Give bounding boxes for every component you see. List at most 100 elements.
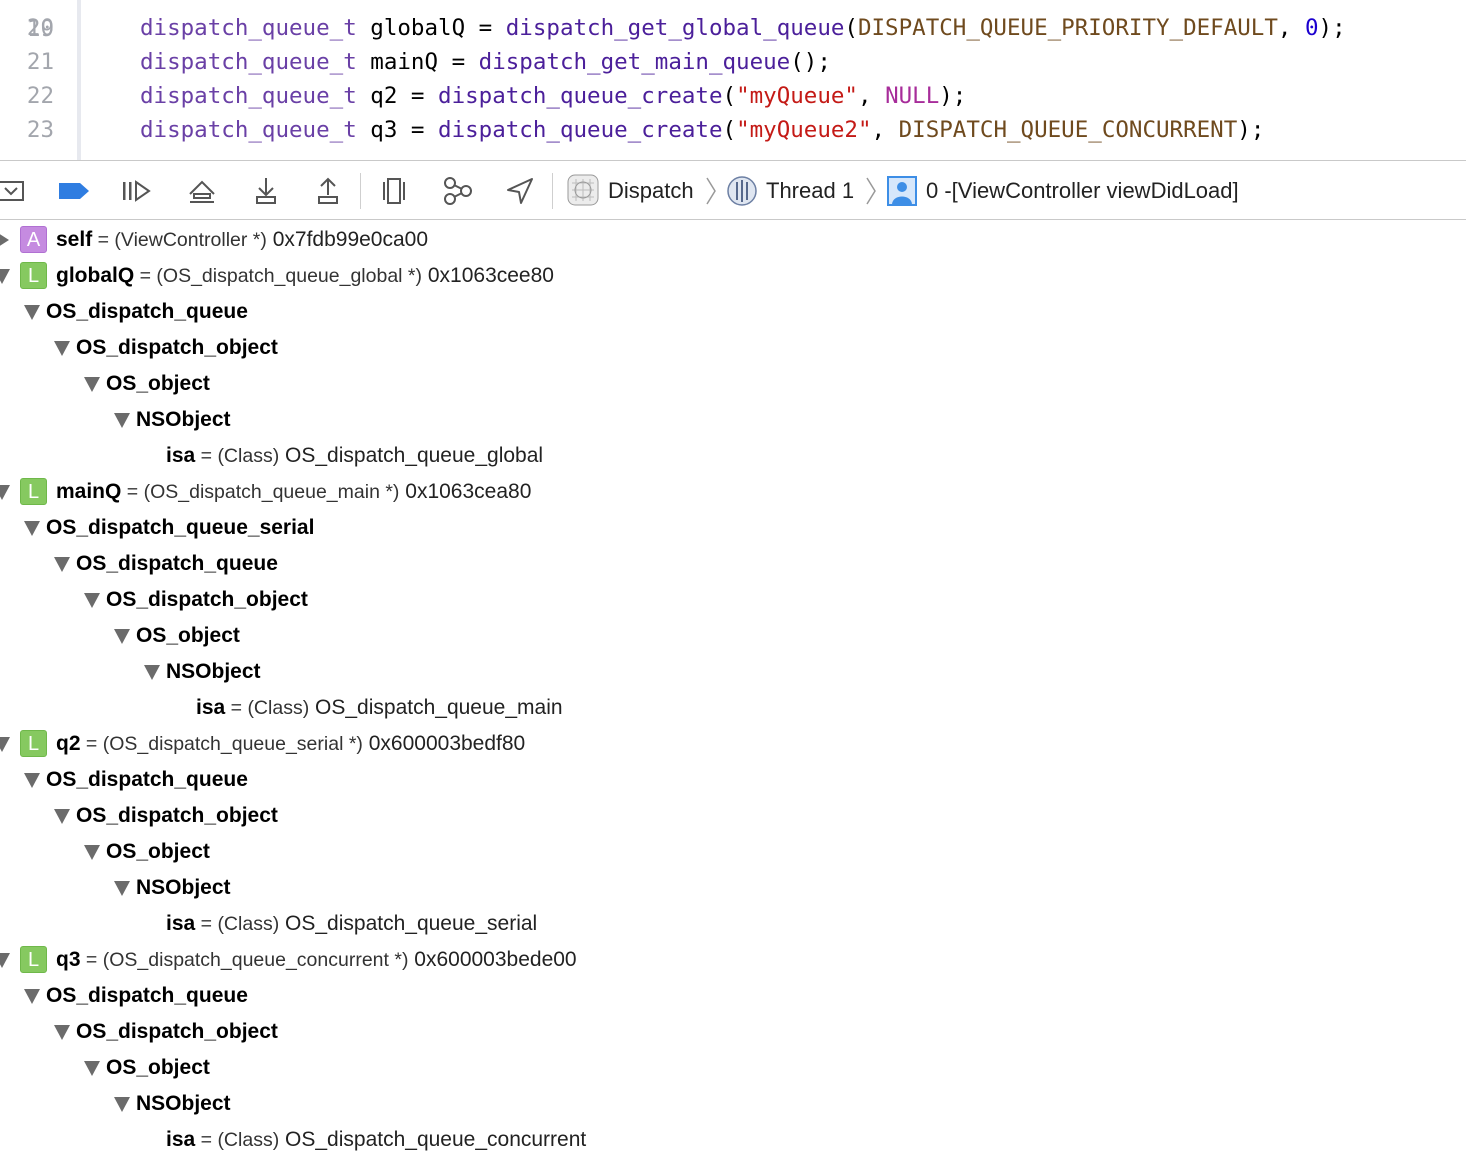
simulate-location-icon: [507, 178, 533, 204]
breakpoints-toggle-button[interactable]: [56, 173, 92, 209]
continue-button[interactable]: [118, 173, 154, 209]
superclass-row[interactable]: OS_dispatch_queue: [0, 762, 1466, 798]
variable-row[interactable]: LmainQ = (OS_dispatch_queue_main *) 0x10…: [0, 474, 1466, 510]
disclosure-expanded-icon[interactable]: [24, 305, 40, 320]
disclosure-expanded-icon[interactable]: [84, 845, 100, 860]
variable-type: (Class): [217, 913, 280, 935]
code-token: dispatch_queue_t: [140, 15, 357, 41]
disclosure-expanded-icon[interactable]: [0, 737, 10, 752]
disclosure-expanded-icon[interactable]: [84, 593, 100, 608]
disclosure-expanded-icon[interactable]: [0, 269, 10, 284]
variable-text: NSObject: [136, 402, 231, 438]
debug-view-hierarchy-button[interactable]: [376, 173, 412, 209]
disclosure-expanded-icon[interactable]: [54, 341, 70, 356]
disclosure-expanded-icon[interactable]: [24, 773, 40, 788]
continue-icon: [123, 180, 151, 202]
variable-text: OS_dispatch_object: [76, 330, 278, 366]
simulate-location-button[interactable]: [502, 173, 538, 209]
disclosure-collapsed-icon[interactable]: [0, 233, 9, 247]
equals-sign: =: [92, 229, 115, 251]
superclass-row[interactable]: OS_object: [0, 618, 1466, 654]
disclosure-expanded-icon[interactable]: [114, 629, 130, 644]
variable-name: OS_object: [136, 624, 240, 647]
superclass-row[interactable]: OS_object: [0, 1050, 1466, 1086]
step-out-icon: [318, 177, 338, 204]
code-line[interactable]: 22 dispatch_queue_t q2 = dispatch_queue_c…: [0, 79, 1466, 113]
superclass-row[interactable]: OS_object: [0, 834, 1466, 870]
superclass-row[interactable]: OS_dispatch_queue: [0, 546, 1466, 582]
local-badge-icon: L: [20, 262, 47, 289]
variable-text: OS_dispatch_queue: [76, 546, 278, 582]
variable-type: (OS_dispatch_queue_serial *): [102, 733, 363, 755]
superclass-row[interactable]: OS_dispatch_object: [0, 330, 1466, 366]
code-token: dispatch_queue_t: [140, 49, 357, 75]
disclosure-expanded-icon[interactable]: [54, 557, 70, 572]
superclass-row[interactable]: OS_object: [0, 366, 1466, 402]
superclass-row[interactable]: OS_dispatch_object: [0, 582, 1466, 618]
variable-child-row[interactable]: isa = (Class) OS_dispatch_queue_global: [0, 438, 1466, 474]
variable-child-row[interactable]: isa = (Class) OS_dispatch_queue_main: [0, 690, 1466, 726]
variable-name: q2: [56, 732, 81, 755]
code-token: dispatch_get_main_queue: [478, 49, 791, 75]
variable-name: self: [56, 228, 93, 251]
disclosure-expanded-icon[interactable]: [144, 665, 160, 680]
variable-name: OS_dispatch_queue: [76, 552, 278, 575]
superclass-row[interactable]: NSObject: [0, 870, 1466, 906]
code-line[interactable]: 21 dispatch_queue_t mainQ = dispatch_get_…: [0, 45, 1466, 79]
code-token: globalQ =: [356, 15, 506, 41]
disclosure-expanded-icon[interactable]: [24, 521, 40, 536]
variable-text: self = (ViewController *) 0x7fdb99e0ca00: [56, 222, 428, 258]
code-line[interactable]: 20 dispatch_queue_t globalQ = dispatch_ge…: [0, 11, 1466, 45]
superclass-row[interactable]: NSObject: [0, 402, 1466, 438]
memory-graph-button[interactable]: [440, 173, 476, 209]
code-line[interactable]: 23 dispatch_queue_t q3 = dispatch_queue_c…: [0, 113, 1466, 147]
equals-sign: =: [225, 697, 248, 719]
disclosure-expanded-icon[interactable]: [84, 1061, 100, 1076]
hide-debug-area-button[interactable]: [0, 173, 30, 209]
variable-row[interactable]: LglobalQ = (OS_dispatch_queue_global *) …: [0, 258, 1466, 294]
code-token: dispatch_queue_create: [438, 83, 723, 109]
step-over-button[interactable]: [184, 173, 220, 209]
variable-text: mainQ = (OS_dispatch_queue_main *) 0x106…: [56, 474, 531, 510]
disclosure-expanded-icon[interactable]: [24, 989, 40, 1004]
step-out-button[interactable]: [310, 173, 346, 209]
step-into-button[interactable]: [248, 173, 284, 209]
code-token: );: [939, 83, 967, 109]
variable-text: OS_object: [106, 366, 210, 402]
variable-type: (OS_dispatch_queue_main *): [143, 481, 400, 503]
toolbar-divider: [552, 173, 553, 209]
equals-sign: =: [195, 1129, 218, 1151]
breadcrumb-thread[interactable]: Thread 1: [766, 177, 854, 205]
code-token: ,: [871, 117, 899, 143]
line-number: 21: [26, 49, 54, 75]
variable-row[interactable]: Lq2 = (OS_dispatch_queue_serial *) 0x600…: [0, 726, 1466, 762]
breadcrumb-frame[interactable]: 0 -[ViewController viewDidLoad]: [926, 177, 1239, 205]
disclosure-expanded-icon[interactable]: [114, 881, 130, 896]
superclass-row[interactable]: OS_dispatch_queue: [0, 294, 1466, 330]
code-text: dispatch_queue_t q3 = dispatch_queue_cre…: [140, 113, 1264, 147]
variable-child-row[interactable]: isa = (Class) OS_dispatch_queue_concurre…: [0, 1122, 1466, 1158]
variable-child-row[interactable]: isa = (Class) OS_dispatch_queue_serial: [0, 906, 1466, 942]
disclosure-expanded-icon[interactable]: [54, 809, 70, 824]
code-token: );: [1237, 117, 1265, 143]
variable-text: q3 = (OS_dispatch_queue_concurrent *) 0x…: [56, 942, 577, 978]
disclosure-expanded-icon[interactable]: [0, 953, 10, 968]
variable-row[interactable]: Lq3 = (OS_dispatch_queue_concurrent *) 0…: [0, 942, 1466, 978]
breadcrumb-process[interactable]: Dispatch: [608, 177, 694, 205]
superclass-row[interactable]: OS_dispatch_object: [0, 798, 1466, 834]
disclosure-expanded-icon[interactable]: [114, 1097, 130, 1112]
debug-bar: Dispatch Thread 1 0 -[ViewController vie…: [0, 160, 1466, 220]
superclass-row[interactable]: OS_dispatch_object: [0, 1014, 1466, 1050]
superclass-row[interactable]: NSObject: [0, 654, 1466, 690]
superclass-row[interactable]: OS_dispatch_queue: [0, 978, 1466, 1014]
disclosure-expanded-icon[interactable]: [0, 485, 10, 500]
variable-row[interactable]: Aself = (ViewController *) 0x7fdb99e0ca0…: [0, 222, 1466, 258]
disclosure-expanded-icon[interactable]: [114, 413, 130, 428]
disclosure-expanded-icon[interactable]: [84, 377, 100, 392]
source-editor[interactable]: 19 20 dispatch_queue_t globalQ = dispatch…: [0, 0, 1466, 160]
code-token: DISPATCH_QUEUE_CONCURRENT: [898, 117, 1238, 143]
superclass-row[interactable]: OS_dispatch_queue_serial: [0, 510, 1466, 546]
code-text: dispatch_queue_t globalQ = dispatch_get_…: [140, 11, 1346, 45]
disclosure-expanded-icon[interactable]: [54, 1025, 70, 1040]
superclass-row[interactable]: NSObject: [0, 1086, 1466, 1122]
